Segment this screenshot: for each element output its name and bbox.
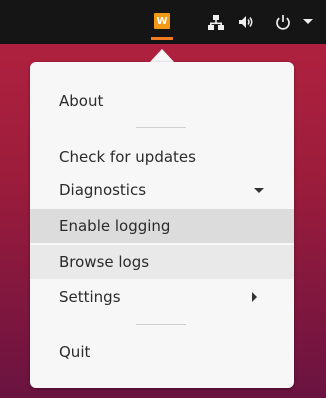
menu-item-label: Check for updates [59,148,196,166]
volume-icon[interactable] [237,13,255,31]
menu-item-settings[interactable]: Settings [30,280,294,314]
menu-separator [136,127,186,128]
indicator-menu: About Check for updates Diagnostics Enab… [30,62,294,388]
submenu-arrow-icon [252,292,257,302]
menu-item-check-for-updates[interactable]: Check for updates [30,140,294,174]
menu-item-label: Browse logs [59,253,150,271]
power-icon[interactable] [274,13,292,31]
menu-pointer [149,49,175,63]
menu-item-label: Enable logging [59,217,171,235]
menu-item-quit[interactable]: Quit [30,335,294,369]
menu-item-label: Settings [59,288,121,306]
menu-item-browse-logs[interactable]: Browse logs [30,245,294,279]
menu-item-label: Quit [59,343,91,361]
top-panel: W [0,0,326,44]
chevron-down-icon[interactable] [301,14,315,28]
menu-item-label: About [59,92,104,110]
menu-item-about[interactable]: About [30,84,294,118]
app-indicator-icon[interactable]: W [154,13,170,29]
expand-arrow-icon [254,188,264,193]
menu-separator [136,324,186,325]
menu-item-enable-logging[interactable]: Enable logging [30,209,294,243]
menu-item-label: Diagnostics [59,181,147,199]
active-indicator-underline [151,37,173,40]
menu-item-diagnostics[interactable]: Diagnostics [30,173,294,207]
network-icon[interactable] [207,13,225,31]
